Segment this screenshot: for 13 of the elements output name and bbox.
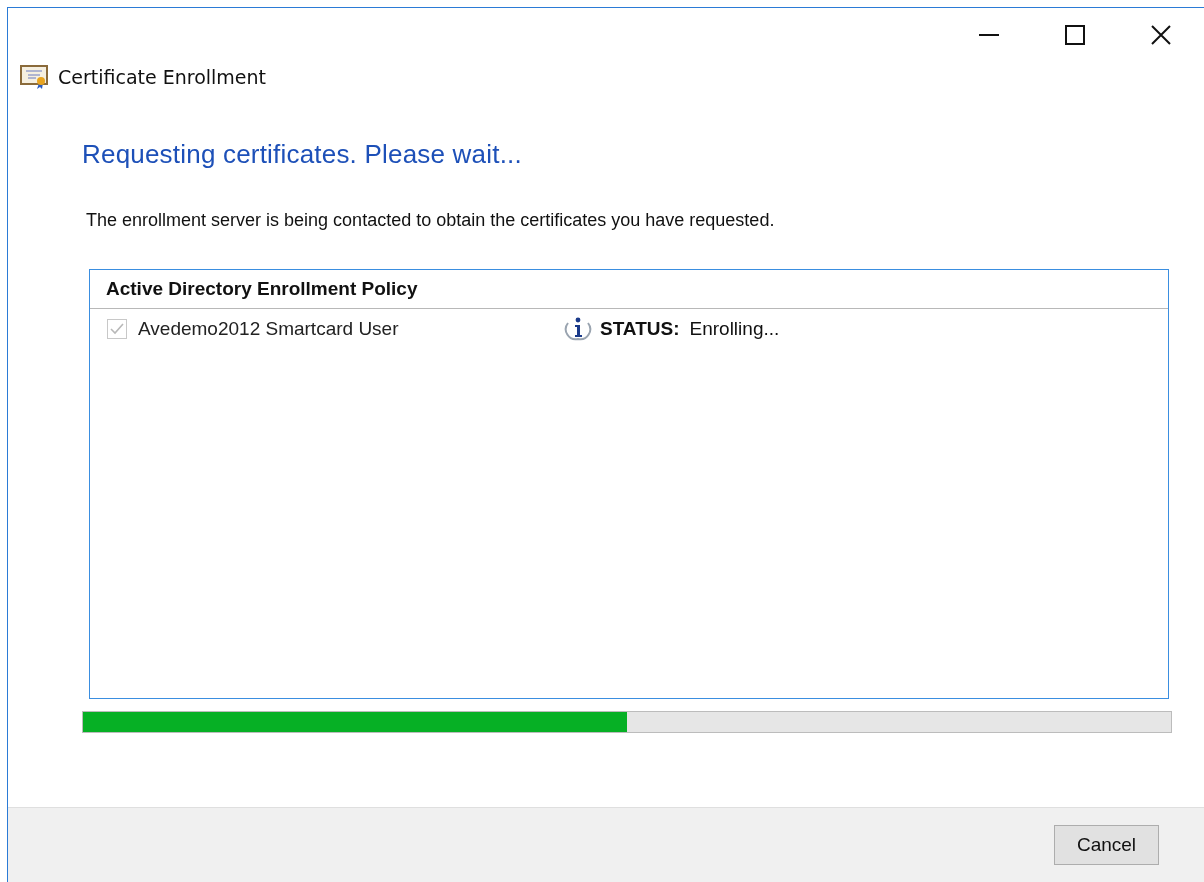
info-icon xyxy=(564,315,592,343)
status-value: Enrolling... xyxy=(689,318,780,340)
window-title: Certificate Enrollment xyxy=(58,66,267,88)
maximize-icon xyxy=(1065,25,1085,45)
cancel-button[interactable]: Cancel xyxy=(1054,825,1159,865)
certificate-name: Avedemo2012 Smartcard User xyxy=(138,318,400,340)
page-heading: Requesting certificates. Please wait... xyxy=(82,139,523,170)
description-text: The enrollment server is being contacted to obtain the certificates you have requested. xyxy=(86,210,776,231)
minimize-icon xyxy=(979,34,999,36)
policy-title: Active Directory Enrollment Policy xyxy=(106,278,418,300)
status-label: STATUS: xyxy=(600,318,680,340)
close-icon xyxy=(1151,25,1171,45)
certificate-icon xyxy=(20,64,50,90)
